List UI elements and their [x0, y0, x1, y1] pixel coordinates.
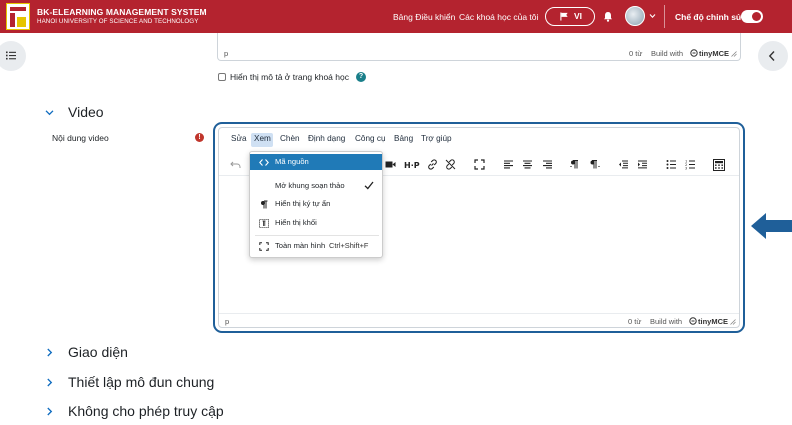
menu-item-show-invisible-chars[interactable]: Hiển thị ký tự ẩn [250, 196, 382, 212]
code-icon [259, 159, 269, 166]
brand-subtitle: HANOI UNIVERSITY OF SCIENCE AND TECHNOLO… [37, 18, 199, 25]
edit-mode-label: Chế độ chỉnh sửa [675, 12, 747, 22]
section-title-common-settings[interactable]: Thiết lập mô đun chung [68, 374, 214, 390]
nav-my-courses-link[interactable]: Các khoá học của tôi [459, 12, 538, 22]
block-drawer-button[interactable] [758, 41, 788, 71]
show-description-label: Hiển thị mô tả ở trang khoá học [230, 72, 349, 82]
chevron-left-icon [768, 51, 775, 61]
list-icon [6, 51, 16, 60]
menu-item-show-blocks[interactable]: Hiển thị khối [250, 215, 382, 231]
video-content-label: Nội dung video [52, 133, 109, 143]
edit-mode-toggle[interactable] [741, 10, 763, 23]
menu-item-shortcut: Ctrl+Shift+F [329, 241, 369, 250]
fullscreen-icon [259, 242, 269, 251]
tinymce-logo-icon [690, 49, 698, 57]
view-menu-dropdown: Mã nguồn Mở khung soạn thảo Hiển thị ký … [249, 151, 383, 258]
help-icon[interactable]: ? [356, 72, 366, 82]
section-title-video[interactable]: Video [68, 104, 104, 120]
menu-item-visual-aids[interactable]: Mở khung soạn thảo [250, 178, 382, 194]
build-with-label: Build with [651, 49, 684, 58]
chevron-right-icon[interactable] [45, 348, 54, 357]
brand-title: BK-ELEARNING MANAGEMENT SYSTEM [37, 7, 207, 17]
bell-icon[interactable] [603, 11, 613, 22]
language-label: VI [574, 11, 583, 21]
site-logo[interactable] [6, 3, 30, 30]
section-title-restrict-access[interactable]: Không cho phép truy cập [68, 403, 224, 419]
chevron-down-icon[interactable] [649, 13, 656, 19]
editor-path: p [224, 49, 229, 58]
required-icon: ! [195, 133, 204, 142]
menu-item-label: Mở khung soạn thảo [275, 181, 345, 190]
resize-handle-icon[interactable] [731, 51, 737, 57]
menu-item-source-code[interactable]: Mã nguồn [250, 154, 382, 170]
nav-dashboard-link[interactable]: Bảng Điều khiển [393, 12, 455, 22]
menu-item-label: Toàn màn hình [275, 241, 326, 250]
description-editor-bottom[interactable]: p 0 từ Build with tinyMCE [217, 33, 741, 61]
flag-icon [560, 12, 568, 21]
course-index-drawer-button[interactable] [0, 41, 26, 71]
annotation-arrow-left-icon [751, 213, 792, 239]
section-title-appearance[interactable]: Giao diện [68, 344, 128, 360]
menu-separator [255, 235, 379, 236]
chevron-right-icon[interactable] [45, 407, 54, 416]
pilcrow-icon [261, 200, 268, 209]
menu-item-label: Hiển thị ký tự ẩn [275, 199, 331, 208]
checkmark-icon [364, 181, 374, 190]
menu-item-label: Mã nguồn [275, 157, 309, 166]
chevron-right-icon[interactable] [45, 378, 54, 387]
tinymce-brand[interactable]: tinyMCE [699, 49, 729, 58]
show-blocks-icon [259, 219, 269, 228]
chevron-down-icon[interactable] [45, 108, 54, 117]
word-count: 0 từ [629, 49, 643, 58]
show-description-checkbox[interactable] [218, 73, 226, 81]
top-navbar: BK-ELEARNING MANAGEMENT SYSTEM HANOI UNI… [0, 0, 792, 33]
navbar-divider [664, 5, 665, 28]
language-button[interactable]: VI [545, 7, 595, 26]
user-avatar[interactable] [625, 6, 645, 26]
menu-item-fullscreen[interactable]: Toàn màn hình Ctrl+Shift+F [250, 238, 382, 254]
menu-item-label: Hiển thị khối [275, 218, 317, 227]
